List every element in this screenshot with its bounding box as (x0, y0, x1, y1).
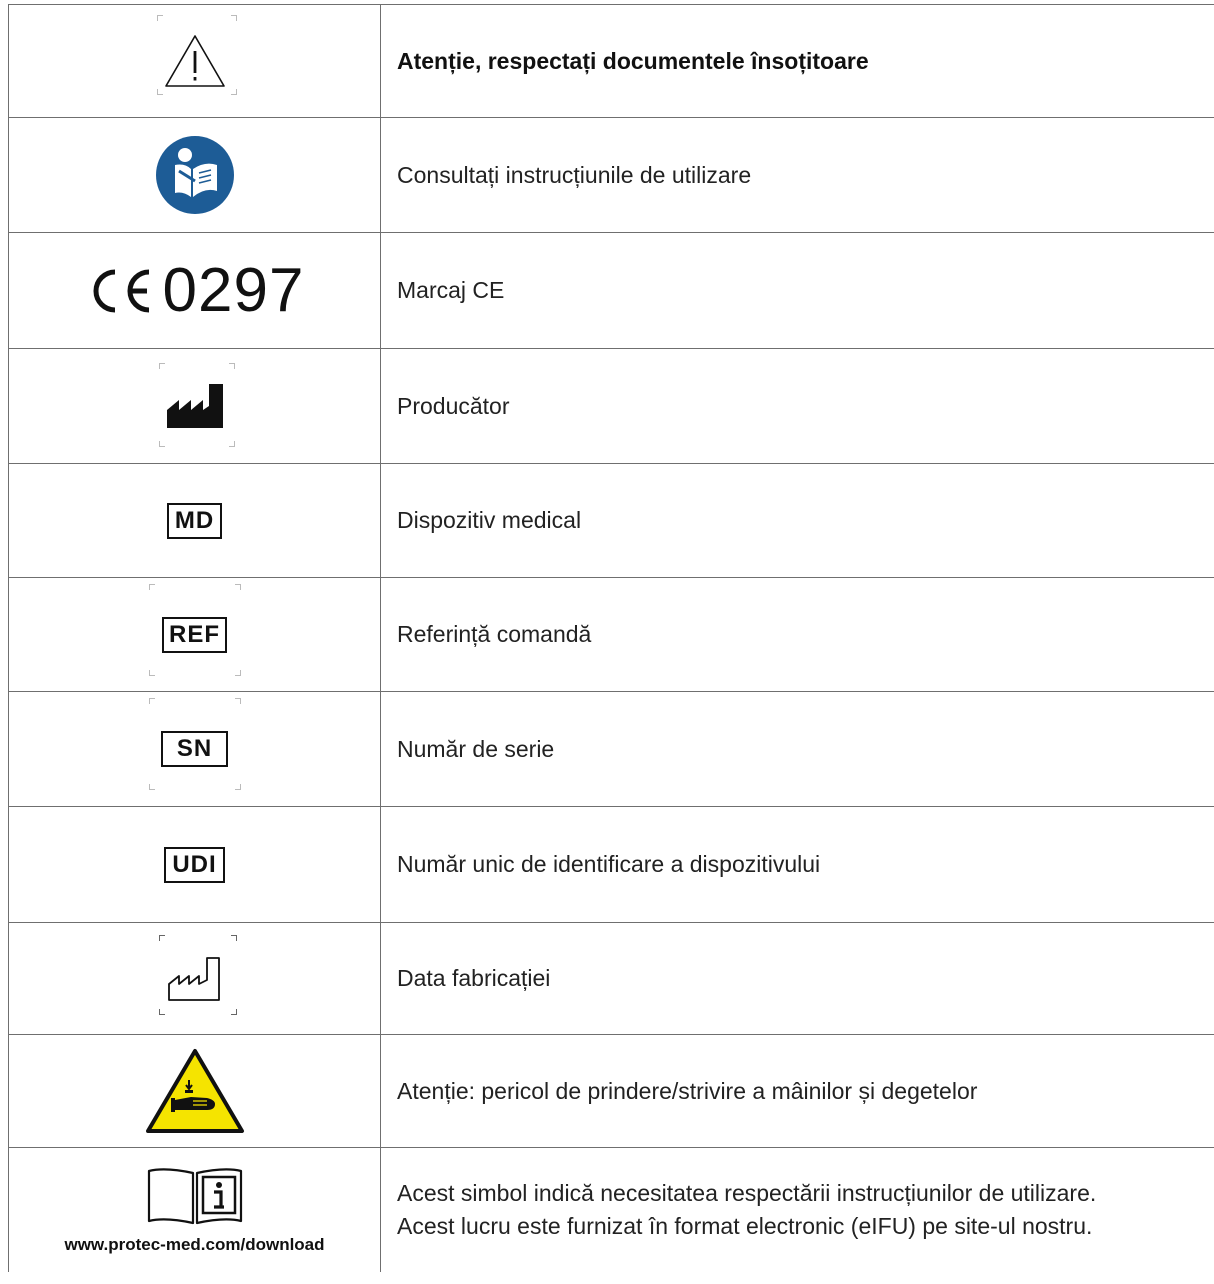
table-row: Atenție: pericol de prindere/strivire a … (8, 1035, 1214, 1148)
symbol-cell: MD (8, 464, 381, 577)
table-row: Atenție, respectați documentele însoțito… (8, 4, 1214, 118)
description-text: Număr de serie (397, 735, 555, 762)
hand-crush-warning-icon (145, 1049, 244, 1133)
description-text: Consultați instrucțiunile de utilizare (397, 161, 752, 188)
description-text: Dispozitiv medical (397, 507, 582, 533)
corner-marks (149, 698, 241, 790)
symbol-cell (8, 118, 381, 232)
md-box-icon: MD (166, 502, 223, 539)
table-row: REF Referință comandă (8, 578, 1214, 692)
symbol-cell (8, 349, 381, 463)
description-line-1: Acest simbol indică necesitatea respectă… (397, 1180, 1097, 1206)
description-text: Producător (397, 392, 510, 419)
table-row: Data fabricației (8, 923, 1214, 1035)
corner-marks (149, 584, 241, 676)
table-row: Consultați instrucțiunile de utilizare (8, 118, 1214, 233)
table-row: SN Număr de serie (8, 692, 1214, 807)
eifu-book-icon (147, 1168, 242, 1225)
ce-mark-icon: 0297 (85, 255, 305, 326)
symbol-cell (8, 5, 381, 117)
description-line-2: Acest lucru este furnizat în format elec… (397, 1213, 1093, 1239)
description-text: Acest simbol indică necesitatea respectă… (381, 1148, 1214, 1272)
symbol-cell: SN (8, 692, 381, 806)
corner-marks (159, 935, 237, 1015)
symbols-table: Atenție, respectați documentele însoțito… (8, 4, 1214, 1272)
symbol-cell (8, 1035, 381, 1147)
corner-marks (157, 15, 237, 95)
symbol-cell: REF (8, 578, 381, 691)
symbol-cell: UDI (8, 807, 381, 922)
symbol-cell (8, 923, 381, 1034)
read-manual-icon (155, 136, 234, 214)
description-text: Marcaj CE (397, 277, 505, 303)
corner-marks (159, 363, 235, 447)
download-url[interactable]: www.protec-med.com/download (64, 1235, 324, 1255)
table-row: UDI Număr unic de identificare a dispozi… (8, 807, 1214, 923)
description-text: Atenție, respectați documentele însoțito… (397, 47, 869, 74)
table-row: 0297 Marcaj CE (8, 233, 1214, 349)
table-row: Producător (8, 349, 1214, 464)
description-text: Atenție: pericol de prindere/strivire a … (397, 1077, 978, 1104)
description-text: Număr unic de identificare a dispozitivu… (397, 851, 821, 877)
description-text: Referință comandă (397, 621, 592, 647)
table-row: www.protec-med.com/download Acest simbol… (8, 1148, 1214, 1272)
symbol-cell: 0297 (8, 233, 381, 348)
symbol-cell: www.protec-med.com/download (8, 1148, 381, 1272)
description-text: Data fabricației (397, 965, 551, 991)
table-row: MD Dispozitiv medical (8, 464, 1214, 578)
notified-body-number: 0297 (162, 256, 305, 325)
udi-box-icon: UDI (164, 846, 225, 883)
ce-letters-icon (93, 269, 149, 312)
